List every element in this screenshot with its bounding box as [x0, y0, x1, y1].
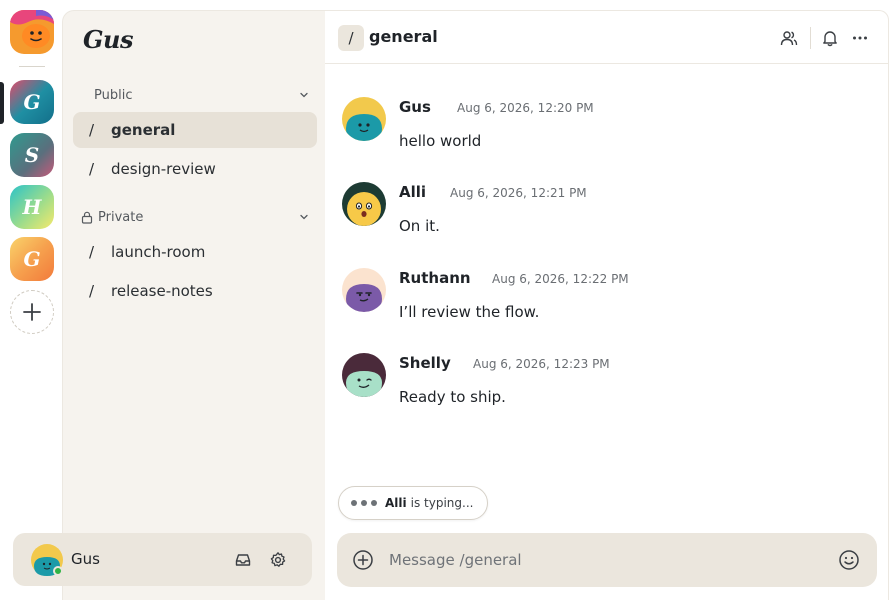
channel-header: / general — [325, 11, 889, 64]
more-options-button[interactable] — [848, 26, 872, 50]
chevron-down-icon — [300, 214, 308, 220]
message-timestamp: Aug 6, 2026, 12:22 PM — [492, 272, 629, 286]
channel-label: design-review — [111, 160, 216, 178]
typing-dots-icon — [351, 500, 377, 506]
channel-label: release-notes — [111, 282, 213, 300]
chat-panel: / general Gus Aug 6, 2026, 12:20 PM hell… — [325, 10, 889, 600]
server-rail: G S H G — [0, 0, 62, 600]
channel-design-review[interactable]: / design-review — [73, 151, 317, 187]
server-g-1[interactable]: G — [10, 80, 54, 124]
avatar[interactable] — [342, 97, 386, 141]
plus-circle-icon — [353, 550, 373, 570]
inbox-button[interactable] — [232, 549, 254, 571]
server-s[interactable]: S — [10, 133, 54, 177]
online-status-dot — [53, 566, 63, 576]
more-horizontal-icon — [853, 36, 867, 40]
workspace-title: Gus — [83, 25, 133, 54]
typing-text: is typing... — [410, 496, 474, 510]
server-initial: G — [23, 90, 41, 114]
notifications-button[interactable] — [818, 26, 842, 50]
settings-button[interactable] — [267, 549, 289, 571]
avatar[interactable] — [342, 182, 386, 226]
server-initial: H — [22, 195, 42, 219]
message-author: Gus — [399, 98, 431, 116]
attach-button[interactable] — [352, 549, 374, 571]
header-divider — [810, 27, 811, 49]
message-text: Ready to ship. — [399, 388, 506, 406]
avatar[interactable] — [342, 268, 386, 312]
message-timestamp: Aug 6, 2026, 12:20 PM — [457, 101, 594, 115]
message-composer — [337, 533, 877, 587]
server-initial: S — [24, 143, 40, 167]
channel-slash: / — [89, 121, 95, 139]
message-timestamp: Aug 6, 2026, 12:23 PM — [473, 357, 610, 371]
channel-slash: / — [89, 243, 95, 261]
section-private-toggle[interactable]: Private — [73, 205, 316, 229]
channel-label: general — [111, 121, 176, 139]
typing-indicator: Alli is typing... — [338, 486, 489, 520]
message-author: Ruthann — [399, 269, 471, 287]
plus-icon — [23, 303, 41, 321]
members-button[interactable] — [777, 26, 801, 50]
server-g-2[interactable]: G — [10, 237, 54, 281]
channel-release-notes[interactable]: / release-notes — [73, 273, 317, 309]
message-author: Shelly — [399, 354, 451, 372]
channel-sidebar: Gus Public / general / design-review Pri… — [62, 10, 325, 600]
current-user-bar: Gus — [13, 533, 312, 586]
section-public-toggle[interactable]: Public — [73, 83, 316, 107]
channel-slash: / — [89, 160, 95, 178]
message-item: Ruthann Aug 6, 2026, 12:22 PM I’ll revie… — [342, 268, 862, 338]
message-item: Alli Aug 6, 2026, 12:21 PM On it. — [342, 182, 862, 252]
current-user-name: Gus — [71, 550, 100, 568]
channel-general[interactable]: / general — [73, 112, 317, 148]
typing-user: Alli — [385, 496, 407, 510]
users-icon — [780, 31, 798, 46]
server-h[interactable]: H — [10, 185, 54, 229]
message-text: hello world — [399, 132, 482, 150]
gus-logo-icon[interactable] — [10, 10, 54, 54]
gear-icon — [270, 552, 286, 567]
section-label: Private — [98, 209, 144, 225]
message-item: Gus Aug 6, 2026, 12:20 PM hello world — [342, 97, 862, 167]
channel-label: launch-room — [111, 243, 206, 261]
channel-title: general — [369, 27, 438, 46]
bell-icon — [823, 31, 837, 47]
smiley-icon — [839, 550, 859, 570]
active-server-indicator — [0, 82, 4, 124]
message-text: On it. — [399, 217, 440, 235]
message-input[interactable] — [389, 543, 819, 577]
message-timestamp: Aug 6, 2026, 12:21 PM — [450, 186, 587, 200]
channel-slash-badge: / — [338, 25, 364, 51]
avatar[interactable] — [342, 353, 386, 397]
lock-icon — [81, 211, 93, 224]
inbox-icon — [235, 554, 251, 566]
message-author: Alli — [399, 183, 427, 201]
emoji-button[interactable] — [838, 549, 860, 571]
channel-launch-room[interactable]: / launch-room — [73, 234, 317, 270]
rail-divider — [19, 66, 45, 67]
server-initial: G — [23, 247, 41, 271]
channel-slash: / — [89, 282, 95, 300]
section-label: Public — [94, 87, 133, 103]
chevron-down-icon — [300, 92, 308, 98]
add-server-button[interactable] — [10, 290, 54, 334]
message-item: Shelly Aug 6, 2026, 12:23 PM Ready to sh… — [342, 353, 862, 423]
message-text: I’ll review the flow. — [399, 303, 540, 321]
